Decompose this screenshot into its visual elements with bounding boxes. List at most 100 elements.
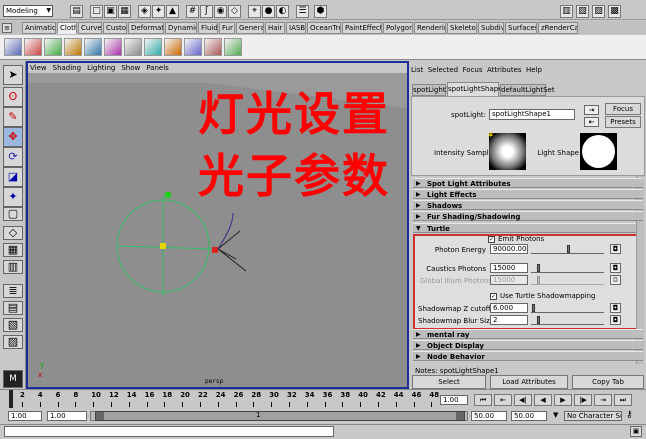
show-tool-settings-icon[interactable]: ▨ (592, 5, 605, 18)
shelf-tab-zrendercam[interactable]: zRenderCam (538, 22, 578, 34)
start-time-field[interactable]: 1.00 (8, 411, 42, 421)
ae-menu-list[interactable]: List (411, 66, 423, 74)
shadowmap-z-map-icon[interactable]: ◘ (610, 303, 621, 313)
slider-knob[interactable] (532, 304, 535, 312)
cloth-properties-icon[interactable] (204, 38, 222, 56)
select-button[interactable]: Select (412, 375, 486, 389)
shelf-tab-fluids[interactable]: Fluids (198, 22, 218, 34)
photon-energy-field[interactable]: 90000.000 (490, 244, 528, 254)
shelf-tab-subdivs[interactable]: Subdivs (478, 22, 504, 34)
cloth-reset-icon[interactable] (184, 38, 202, 56)
cloth-field-icon[interactable] (224, 38, 242, 56)
new-scene-icon[interactable]: □ (90, 5, 103, 18)
photon-energy-slider[interactable] (531, 244, 604, 254)
key-icon[interactable]: ⚷ (626, 410, 633, 420)
slider-knob[interactable] (537, 316, 540, 324)
select-object-icon[interactable]: ✦ (152, 5, 165, 18)
snap-plane-icon[interactable]: ◇ (228, 5, 241, 18)
snap-curve-icon[interactable]: ʃ (200, 5, 213, 18)
section-spot-light-attributes[interactable]: ▶ Spot Light Attributes (413, 178, 643, 188)
lasso-tool-icon[interactable]: ʘ (3, 87, 23, 107)
script-editor-icon[interactable]: ▣ (630, 426, 642, 437)
rotate-tool-icon[interactable]: ⟳ (3, 147, 23, 167)
ae-menu-focus[interactable]: Focus (463, 66, 483, 74)
cloth-panel-icon[interactable] (44, 38, 62, 56)
current-frame-marker[interactable] (9, 390, 13, 408)
section-fur-shading-shadowing[interactable]: ▶ Fur Shading/Shadowing (413, 211, 643, 221)
shelf-tab-dynamics[interactable]: Dynamics (165, 22, 197, 34)
character-set-chevron-icon[interactable]: ▼ (553, 411, 558, 419)
current-frame-field[interactable]: 1.00 (440, 395, 468, 405)
playback-start-field[interactable]: 1.00 (47, 411, 87, 421)
caustics-photons-map-icon[interactable]: ◘ (610, 263, 621, 273)
command-line-field[interactable] (4, 426, 334, 437)
shelf-tab-skeleton[interactable]: Skeleton (447, 22, 477, 34)
step-forward-frame-icon[interactable]: |▶ (574, 394, 592, 406)
menuset-icon[interactable]: ▤ (70, 5, 83, 18)
ae-tab-defaultlightset[interactable]: defaultLightSet (500, 84, 555, 96)
viewport-menu-view[interactable]: View (30, 64, 47, 72)
shelf-tab-animation[interactable]: Animation (22, 22, 56, 34)
layout-graph-icon[interactable]: ▧ (3, 318, 23, 332)
go-to-input-icon[interactable]: ⇥ (584, 105, 599, 115)
shadowmap-z-slider[interactable] (531, 303, 604, 313)
select-component-icon[interactable]: ▲ (166, 5, 179, 18)
copy-tab-button[interactable]: Copy Tab (572, 375, 644, 389)
layout-outliner-icon[interactable]: ≣ (3, 284, 23, 298)
play-backwards-icon[interactable]: ◀ (534, 394, 552, 406)
shelf-tab-curves[interactable]: Curves (78, 22, 102, 34)
cloth-garment-icon[interactable] (24, 38, 42, 56)
select-tool-icon[interactable]: ➤ (3, 65, 23, 85)
use-shadowmap-checkbox[interactable]: ✓ (490, 293, 497, 300)
shelf-tab-surfaces[interactable]: Surfaces (505, 22, 537, 34)
snap-point-icon[interactable]: ◉ (214, 5, 227, 18)
render-icon[interactable]: ● (262, 5, 275, 18)
slider-knob[interactable] (537, 264, 540, 272)
shelf-tab-polygons[interactable]: Polygons (383, 22, 413, 34)
play-forwards-icon[interactable]: ▶ (554, 394, 572, 406)
cloth-simulate-icon[interactable] (164, 38, 182, 56)
cloth-create-icon[interactable] (4, 38, 22, 56)
open-scene-icon[interactable]: ▣ (104, 5, 117, 18)
shelf-tab-hair[interactable]: Hair (265, 22, 285, 34)
hypershade-icon[interactable]: ⬢ (314, 5, 327, 18)
layout-two-icon[interactable]: ▥ (3, 260, 23, 274)
layout-render-icon[interactable]: ▨ (3, 335, 23, 349)
show-channel-box-icon[interactable]: ▥ (560, 5, 573, 18)
layout-four-icon[interactable]: ▦ (3, 243, 23, 257)
focus-button[interactable]: Focus (605, 103, 641, 115)
caustics-photons-field[interactable]: 15000 (490, 263, 528, 273)
cloth-cache-icon[interactable] (144, 38, 162, 56)
history-icon[interactable]: ⌖ (248, 5, 261, 18)
range-slider-handle[interactable]: 1 (95, 411, 465, 421)
viewport-menu-panels[interactable]: Panels (146, 64, 169, 72)
slider-knob[interactable] (567, 245, 570, 253)
turtle-section-header[interactable]: ▼ Turtle (413, 223, 643, 233)
shadowmap-blur-field[interactable]: 2 (490, 315, 528, 325)
shelf-tab-oceantree[interactable]: OceanTree (307, 22, 341, 34)
cloth-solver-icon[interactable] (84, 38, 102, 56)
mode-select[interactable]: Modeling ▼ (3, 5, 53, 17)
viewport-panel[interactable]: View Shading Lighting Show Panels x y 灯光设置 光… (26, 61, 409, 389)
character-set-field[interactable]: No Character Set (564, 411, 622, 421)
ae-tab-spotlight1[interactable]: spotLight1 (412, 84, 450, 96)
ae-tab-spotlightshape1[interactable]: spotLightShape1 (447, 82, 507, 96)
last-tool-icon[interactable]: ▢ (3, 207, 23, 221)
shadowmap-blur-map-icon[interactable]: ◘ (610, 315, 621, 325)
paint-select-tool-icon[interactable]: ✎ (3, 107, 23, 127)
ipr-icon[interactable]: ◐ (276, 5, 289, 18)
shelf-tab-deformation[interactable]: Deformation (128, 22, 164, 34)
layout-single-icon[interactable]: ◇ (3, 226, 23, 240)
show-attr-editor-icon[interactable]: ▧ (576, 5, 589, 18)
section-mental-ray[interactable]: ▶ mental ray (413, 329, 643, 339)
step-back-key-icon[interactable]: ⇤ (494, 394, 512, 406)
shelf-tab-fur[interactable]: Fur (219, 22, 235, 34)
shadowmap-z-field[interactable]: 6.000 (490, 303, 528, 313)
shelf-tab-iasb[interactable]: IASB (286, 22, 306, 34)
caustics-photons-slider[interactable] (531, 263, 604, 273)
step-forward-key-icon[interactable]: ⇥ (594, 394, 612, 406)
cloth-collision-icon[interactable] (104, 38, 122, 56)
snap-grid-icon[interactable]: # (186, 5, 199, 18)
viewport-menu-shading[interactable]: Shading (53, 64, 81, 72)
viewport-menu-lighting[interactable]: Lighting (87, 64, 115, 72)
